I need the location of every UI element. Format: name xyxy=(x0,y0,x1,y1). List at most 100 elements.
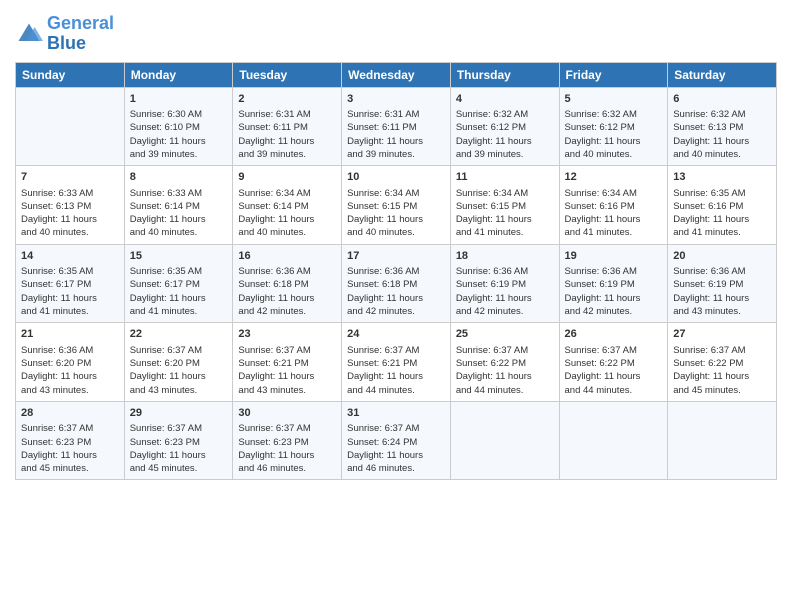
day-number: 20 xyxy=(673,249,771,264)
day-number: 17 xyxy=(347,249,445,264)
calendar-cell: 11Sunrise: 6:34 AM Sunset: 6:15 PM Dayli… xyxy=(450,166,559,245)
weekday-header-thursday: Thursday xyxy=(450,62,559,87)
day-info: Sunrise: 6:37 AM Sunset: 6:22 PM Dayligh… xyxy=(673,344,771,397)
day-info: Sunrise: 6:37 AM Sunset: 6:23 PM Dayligh… xyxy=(238,422,336,475)
day-number: 11 xyxy=(456,170,554,185)
day-number: 14 xyxy=(21,249,119,264)
week-row-4: 21 Sunrise: 6:36 AM Sunset: 6:20 PM Dayli… xyxy=(16,323,777,402)
day-number: 7 xyxy=(21,170,119,185)
calendar-body: 1Sunrise: 6:30 AM Sunset: 6:10 PM Daylig… xyxy=(16,87,777,480)
calendar-cell: 7 Sunrise: 6:33 AM Sunset: 6:13 PM Daylig… xyxy=(16,166,125,245)
day-number: 25 xyxy=(456,327,554,342)
day-info: Sunrise: 6:36 AM Sunset: 6:18 PM Dayligh… xyxy=(238,265,336,318)
week-row-1: 1Sunrise: 6:30 AM Sunset: 6:10 PM Daylig… xyxy=(16,87,777,166)
logo-icon xyxy=(15,20,43,48)
day-number: 10 xyxy=(347,170,445,185)
day-info: Sunrise: 6:37 AM Sunset: 6:23 PM Dayligh… xyxy=(130,422,228,475)
day-info: Sunrise: 6:37 AM Sunset: 6:22 PM Dayligh… xyxy=(456,344,554,397)
calendar-cell: 25 Sunrise: 6:37 AM Sunset: 6:22 PM Dayli… xyxy=(450,323,559,402)
day-info: Sunrise: 6:36 AM Sunset: 6:19 PM Dayligh… xyxy=(673,265,771,318)
calendar-cell: 9 Sunrise: 6:34 AM Sunset: 6:14 PM Daylig… xyxy=(233,166,342,245)
calendar-cell: 4Sunrise: 6:32 AM Sunset: 6:12 PM Daylig… xyxy=(450,87,559,166)
day-number: 18 xyxy=(456,249,554,264)
day-number: 5 xyxy=(565,92,663,107)
calendar-cell: 30Sunrise: 6:37 AM Sunset: 6:23 PM Dayli… xyxy=(233,401,342,480)
calendar-cell: 28Sunrise: 6:37 AM Sunset: 6:23 PM Dayli… xyxy=(16,401,125,480)
day-number: 22 xyxy=(130,327,228,342)
day-info: Sunrise: 6:34 AM Sunset: 6:14 PM Dayligh… xyxy=(238,187,336,240)
calendar-cell: 13Sunrise: 6:35 AM Sunset: 6:16 PM Dayli… xyxy=(668,166,777,245)
calendar-cell: 3Sunrise: 6:31 AM Sunset: 6:11 PM Daylig… xyxy=(342,87,451,166)
day-info: Sunrise: 6:36 AM Sunset: 6:19 PM Dayligh… xyxy=(456,265,554,318)
day-number: 6 xyxy=(673,92,771,107)
day-info: Sunrise: 6:35 AM Sunset: 6:17 PM Dayligh… xyxy=(21,265,119,318)
day-number: 3 xyxy=(347,92,445,107)
calendar-cell: 26 Sunrise: 6:37 AM Sunset: 6:22 PM Dayli… xyxy=(559,323,668,402)
calendar-cell: 27 Sunrise: 6:37 AM Sunset: 6:22 PM Dayli… xyxy=(668,323,777,402)
weekday-header-row: SundayMondayTuesdayWednesdayThursdayFrid… xyxy=(16,62,777,87)
day-number: 21 xyxy=(21,327,119,342)
calendar-cell: 1Sunrise: 6:30 AM Sunset: 6:10 PM Daylig… xyxy=(124,87,233,166)
day-info: Sunrise: 6:35 AM Sunset: 6:16 PM Dayligh… xyxy=(673,187,771,240)
day-number: 4 xyxy=(456,92,554,107)
calendar-cell: 17Sunrise: 6:36 AM Sunset: 6:18 PM Dayli… xyxy=(342,244,451,323)
logo: General Blue xyxy=(15,14,114,54)
day-number: 31 xyxy=(347,406,445,421)
day-info: Sunrise: 6:37 AM Sunset: 6:20 PM Dayligh… xyxy=(130,344,228,397)
calendar-cell: 10 Sunrise: 6:34 AM Sunset: 6:15 PM Dayli… xyxy=(342,166,451,245)
weekday-header-tuesday: Tuesday xyxy=(233,62,342,87)
calendar-cell: 8 Sunrise: 6:33 AM Sunset: 6:14 PM Daylig… xyxy=(124,166,233,245)
day-number: 8 xyxy=(130,170,228,185)
day-number: 27 xyxy=(673,327,771,342)
day-number: 19 xyxy=(565,249,663,264)
calendar-cell: 20Sunrise: 6:36 AM Sunset: 6:19 PM Dayli… xyxy=(668,244,777,323)
calendar-cell: 18Sunrise: 6:36 AM Sunset: 6:19 PM Dayli… xyxy=(450,244,559,323)
calendar-cell: 24Sunrise: 6:37 AM Sunset: 6:21 PM Dayli… xyxy=(342,323,451,402)
calendar-cell: 19Sunrise: 6:36 AM Sunset: 6:19 PM Dayli… xyxy=(559,244,668,323)
day-info: Sunrise: 6:34 AM Sunset: 6:15 PM Dayligh… xyxy=(347,187,445,240)
day-info: Sunrise: 6:33 AM Sunset: 6:13 PM Dayligh… xyxy=(21,187,119,240)
day-number: 26 xyxy=(565,327,663,342)
day-info: Sunrise: 6:37 AM Sunset: 6:23 PM Dayligh… xyxy=(21,422,119,475)
day-info: Sunrise: 6:35 AM Sunset: 6:17 PM Dayligh… xyxy=(130,265,228,318)
day-number: 15 xyxy=(130,249,228,264)
week-row-5: 28Sunrise: 6:37 AM Sunset: 6:23 PM Dayli… xyxy=(16,401,777,480)
day-number: 16 xyxy=(238,249,336,264)
calendar-header: SundayMondayTuesdayWednesdayThursdayFrid… xyxy=(16,62,777,87)
calendar-cell: 31Sunrise: 6:37 AM Sunset: 6:24 PM Dayli… xyxy=(342,401,451,480)
day-number: 23 xyxy=(238,327,336,342)
calendar-cell xyxy=(450,401,559,480)
week-row-2: 7 Sunrise: 6:33 AM Sunset: 6:13 PM Daylig… xyxy=(16,166,777,245)
calendar-cell: 6Sunrise: 6:32 AM Sunset: 6:13 PM Daylig… xyxy=(668,87,777,166)
page-header: General Blue xyxy=(15,10,777,54)
day-number: 30 xyxy=(238,406,336,421)
calendar-cell xyxy=(559,401,668,480)
calendar-cell: 22 Sunrise: 6:37 AM Sunset: 6:20 PM Dayli… xyxy=(124,323,233,402)
day-info: Sunrise: 6:32 AM Sunset: 6:12 PM Dayligh… xyxy=(565,108,663,161)
calendar-cell: 21 Sunrise: 6:36 AM Sunset: 6:20 PM Dayli… xyxy=(16,323,125,402)
calendar-cell xyxy=(16,87,125,166)
weekday-header-wednesday: Wednesday xyxy=(342,62,451,87)
day-info: Sunrise: 6:33 AM Sunset: 6:14 PM Dayligh… xyxy=(130,187,228,240)
calendar-cell: 23 Sunrise: 6:37 AM Sunset: 6:21 PM Dayli… xyxy=(233,323,342,402)
day-info: Sunrise: 6:32 AM Sunset: 6:12 PM Dayligh… xyxy=(456,108,554,161)
weekday-header-friday: Friday xyxy=(559,62,668,87)
day-info: Sunrise: 6:36 AM Sunset: 6:18 PM Dayligh… xyxy=(347,265,445,318)
week-row-3: 14Sunrise: 6:35 AM Sunset: 6:17 PM Dayli… xyxy=(16,244,777,323)
day-number: 28 xyxy=(21,406,119,421)
day-info: Sunrise: 6:37 AM Sunset: 6:21 PM Dayligh… xyxy=(347,344,445,397)
day-info: Sunrise: 6:37 AM Sunset: 6:24 PM Dayligh… xyxy=(347,422,445,475)
day-number: 12 xyxy=(565,170,663,185)
weekday-header-sunday: Sunday xyxy=(16,62,125,87)
day-info: Sunrise: 6:36 AM Sunset: 6:20 PM Dayligh… xyxy=(21,344,119,397)
page-container: General Blue SundayMondayTuesdayWednesda… xyxy=(0,0,792,490)
calendar-table: SundayMondayTuesdayWednesdayThursdayFrid… xyxy=(15,62,777,481)
day-info: Sunrise: 6:37 AM Sunset: 6:21 PM Dayligh… xyxy=(238,344,336,397)
day-number: 9 xyxy=(238,170,336,185)
day-info: Sunrise: 6:37 AM Sunset: 6:22 PM Dayligh… xyxy=(565,344,663,397)
day-info: Sunrise: 6:36 AM Sunset: 6:19 PM Dayligh… xyxy=(565,265,663,318)
day-info: Sunrise: 6:34 AM Sunset: 6:16 PM Dayligh… xyxy=(565,187,663,240)
day-number: 1 xyxy=(130,92,228,107)
day-info: Sunrise: 6:31 AM Sunset: 6:11 PM Dayligh… xyxy=(347,108,445,161)
calendar-cell: 14Sunrise: 6:35 AM Sunset: 6:17 PM Dayli… xyxy=(16,244,125,323)
